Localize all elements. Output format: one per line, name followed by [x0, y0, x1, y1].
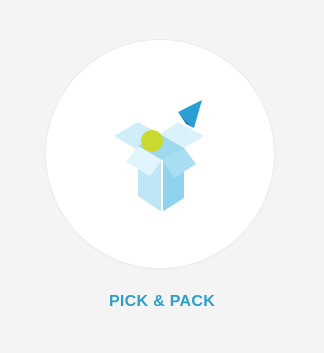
triangle-icon [178, 100, 202, 128]
tile-circle[interactable] [46, 40, 274, 268]
open-box-icon [114, 100, 204, 212]
tile-label: PICK & PACK [108, 293, 216, 310]
ball-icon [141, 130, 163, 152]
pick-pack-tile[interactable]: PICK & PACK [0, 0, 324, 353]
